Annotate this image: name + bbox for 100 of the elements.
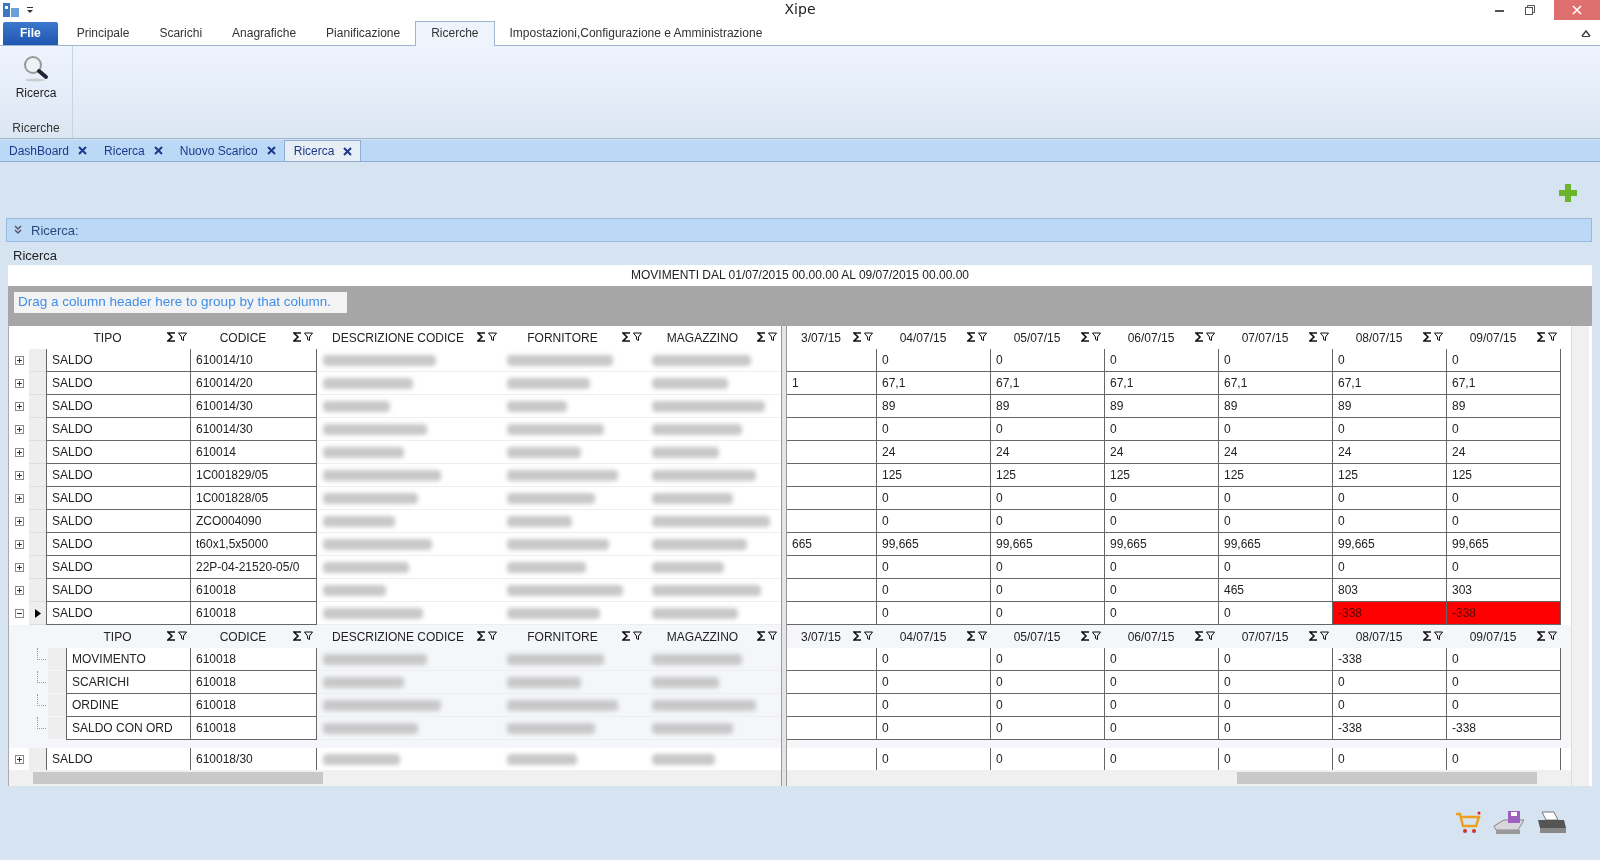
filter-icon[interactable] (1092, 332, 1101, 341)
sum-icon[interactable] (967, 631, 976, 641)
ribbon-tab[interactable]: Impostazioni,Configurazione e Amministrazione (494, 22, 778, 45)
column-header[interactable]: 06/07/15 (1105, 625, 1219, 648)
document-tab[interactable]: Ricerca (95, 140, 171, 161)
filter-icon[interactable] (304, 332, 313, 341)
ribbon-tab[interactable]: File (3, 22, 58, 45)
sum-icon[interactable] (1309, 332, 1318, 342)
double-chevron-icon[interactable] (13, 225, 23, 235)
expand-icon[interactable] (14, 356, 24, 365)
sum-icon[interactable] (1537, 631, 1546, 641)
cart-icon[interactable] (1454, 811, 1482, 835)
filter-icon[interactable] (1548, 631, 1557, 640)
sum-icon[interactable] (1195, 332, 1204, 342)
filter-icon[interactable] (633, 631, 642, 640)
printer-icon[interactable] (1536, 810, 1568, 836)
column-header[interactable]: FORNITORE (501, 326, 646, 349)
dropdown-icon[interactable] (26, 5, 34, 15)
close-icon[interactable] (266, 146, 276, 155)
column-header[interactable]: FORNITORE (501, 625, 646, 648)
filter-icon[interactable] (1320, 631, 1329, 640)
column-header[interactable]: 3/07/15 (787, 625, 877, 648)
filter-icon[interactable] (768, 332, 777, 341)
restore-icon[interactable] (1524, 4, 1536, 16)
sum-icon[interactable] (853, 631, 862, 641)
ribbon-tab[interactable]: Scarichi (144, 22, 218, 45)
expand-icon[interactable] (14, 379, 24, 388)
column-header[interactable]: 04/07/15 (877, 625, 991, 648)
app-icon[interactable] (2, 2, 20, 18)
column-header[interactable]: TIPO (46, 326, 191, 349)
expand-icon[interactable] (14, 425, 24, 434)
sum-icon[interactable] (1537, 332, 1546, 342)
sum-icon[interactable] (1423, 332, 1432, 342)
column-header[interactable]: 07/07/15 (1219, 625, 1333, 648)
ribbon-tab[interactable]: Pianificazione (311, 22, 416, 45)
filter-icon[interactable] (178, 631, 187, 640)
column-header[interactable]: DESCRIZIONE CODICE (317, 625, 501, 648)
sum-icon[interactable] (622, 332, 631, 342)
collapse-ribbon-icon[interactable] (1580, 28, 1592, 38)
filter-icon[interactable] (1548, 332, 1557, 341)
search-button[interactable]: Ricerca (11, 52, 61, 102)
column-header[interactable]: CODICE (191, 625, 317, 648)
column-header[interactable]: 09/07/15 (1447, 625, 1561, 648)
filter-icon[interactable] (1434, 332, 1443, 341)
expand-icon[interactable] (14, 563, 24, 572)
filter-icon[interactable] (768, 631, 777, 640)
sum-icon[interactable] (1081, 631, 1090, 641)
scroll-thumb[interactable] (1237, 772, 1537, 784)
column-header[interactable]: 07/07/15 (1219, 326, 1333, 349)
filter-icon[interactable] (978, 332, 987, 341)
filter-icon[interactable] (633, 332, 642, 341)
close-icon[interactable] (153, 146, 163, 155)
sum-icon[interactable] (853, 332, 862, 342)
expand-icon[interactable] (14, 755, 24, 764)
document-tab[interactable]: Ricerca (283, 140, 362, 161)
expand-icon[interactable] (14, 448, 24, 457)
sum-icon[interactable] (1195, 631, 1204, 641)
sum-icon[interactable] (1309, 631, 1318, 641)
filter-icon[interactable] (488, 631, 497, 640)
filter-icon[interactable] (864, 631, 873, 640)
sum-icon[interactable] (477, 332, 486, 342)
search-icon[interactable] (21, 54, 51, 82)
filter-icon[interactable] (488, 332, 497, 341)
filter-icon[interactable] (1434, 631, 1443, 640)
column-header[interactable]: 09/07/15 (1447, 326, 1561, 349)
sum-icon[interactable] (167, 332, 176, 342)
sum-icon[interactable] (167, 631, 176, 641)
filter-icon[interactable] (1206, 631, 1215, 640)
filter-icon[interactable] (1320, 332, 1329, 341)
column-header[interactable]: 3/07/15 (787, 326, 877, 349)
column-header[interactable]: MAGAZZINO (646, 326, 781, 349)
sum-icon[interactable] (757, 332, 766, 342)
filter-icon[interactable] (304, 631, 313, 640)
collapse-icon[interactable] (14, 609, 24, 618)
filter-icon[interactable] (1092, 631, 1101, 640)
column-header[interactable]: 04/07/15 (877, 326, 991, 349)
expand-icon[interactable] (14, 540, 24, 549)
sum-icon[interactable] (477, 631, 486, 641)
column-header[interactable]: CODICE (191, 326, 317, 349)
filter-icon[interactable] (1206, 332, 1215, 341)
column-header[interactable]: 05/07/15 (991, 625, 1105, 648)
scroll-thumb[interactable] (33, 772, 323, 784)
document-tab[interactable]: Nuovo Scarico (170, 140, 284, 161)
save-to-drive-icon[interactable] (1492, 810, 1526, 836)
sum-icon[interactable] (967, 332, 976, 342)
filter-icon[interactable] (978, 631, 987, 640)
document-tab[interactable]: DashBoard (0, 140, 96, 161)
column-header[interactable]: 06/07/15 (1105, 326, 1219, 349)
vertical-scrollbar[interactable] (1571, 326, 1589, 786)
column-header[interactable]: 05/07/15 (991, 326, 1105, 349)
expand-icon[interactable] (14, 586, 24, 595)
ribbon-tab[interactable]: Anagrafiche (217, 22, 312, 45)
close-icon[interactable] (343, 146, 353, 156)
sum-icon[interactable] (1423, 631, 1432, 641)
column-header[interactable]: 08/07/15 (1333, 625, 1447, 648)
column-header[interactable]: MAGAZZINO (646, 625, 781, 648)
sum-icon[interactable] (622, 631, 631, 641)
row-selector[interactable] (29, 602, 46, 625)
filter-icon[interactable] (864, 332, 873, 341)
ribbon-tab[interactable]: Principale (61, 22, 145, 45)
